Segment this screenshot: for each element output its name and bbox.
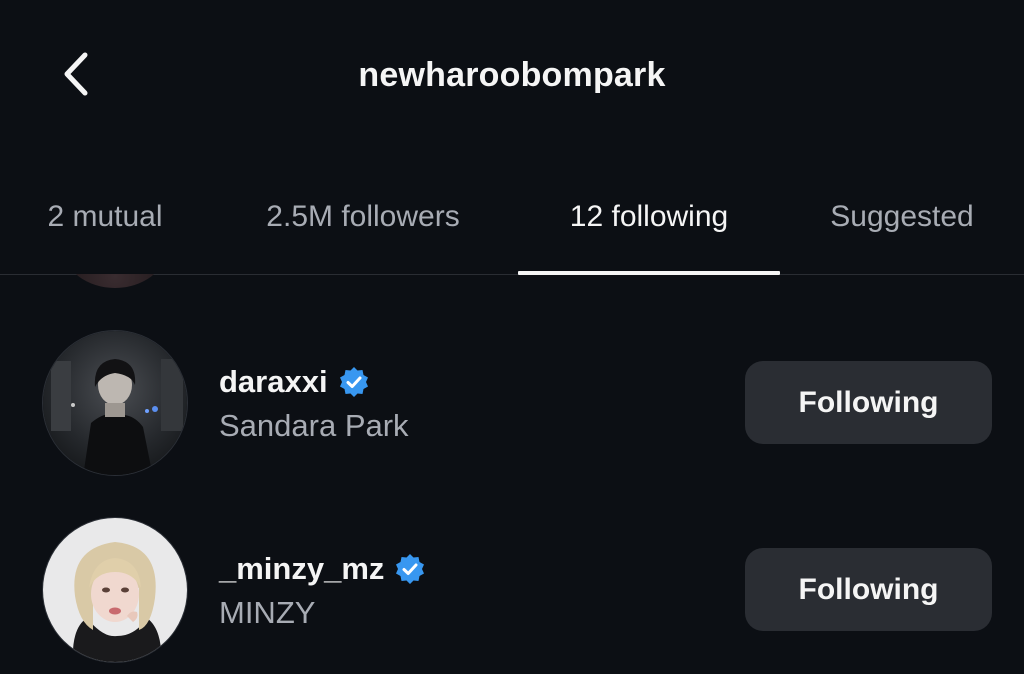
tab-suggested[interactable]: Suggested [806, 186, 998, 274]
avatar[interactable] [42, 517, 188, 663]
verified-badge-icon [338, 366, 370, 398]
following-button[interactable]: Following [745, 361, 992, 444]
full-name: MINZY [219, 595, 316, 630]
page-title: newharoobompark [358, 56, 666, 94]
list-item[interactable]: _minzy_mz MINZY Following [0, 515, 1024, 665]
active-tab-indicator [518, 271, 780, 275]
tab-mutual[interactable]: 2 mutual [20, 186, 190, 274]
username-line: _minzy_mz [219, 551, 426, 587]
tab-followers[interactable]: 2.5M followers [232, 186, 494, 274]
tab-bar: 2 mutual 2.5M followers 12 following Sug… [0, 186, 1024, 275]
full-name: Sandara Park [219, 408, 409, 443]
verified-badge-icon [394, 553, 426, 585]
following-screen: newharoobompark 2 mutual 2.5M followers … [0, 0, 1024, 674]
tab-following[interactable]: 12 following [518, 186, 780, 274]
list-item[interactable]: daraxxi Sandara Park Following [0, 328, 1024, 478]
username-line: daraxxi [219, 364, 370, 400]
following-button[interactable]: Following [745, 548, 992, 631]
username[interactable]: daraxxi [219, 364, 328, 400]
username[interactable]: _minzy_mz [219, 551, 384, 587]
avatar[interactable] [42, 330, 188, 476]
